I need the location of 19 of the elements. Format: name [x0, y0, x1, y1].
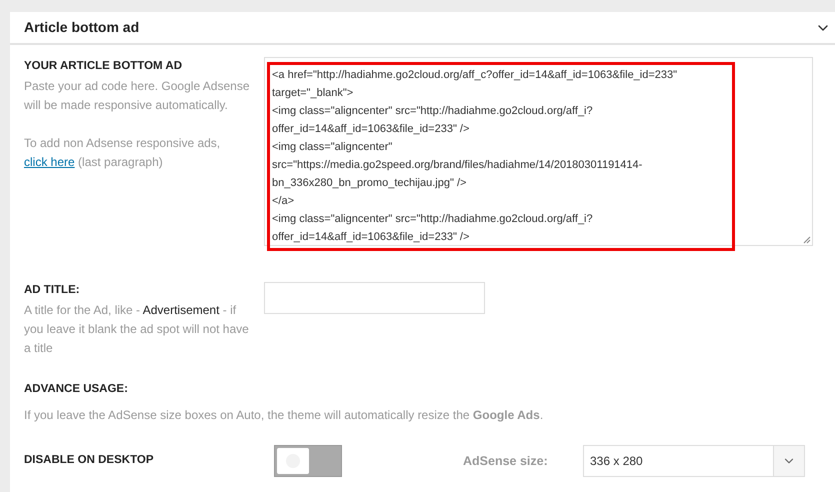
code-line: <a href="http://hadiahme.go2cloud.org/aff_c?offer_id=14&aff_id=1063&file_id=233" target="_blank">	[272, 68, 678, 101]
code-line: <img class="aligncenter" src="https://media.go2speed.org/brand/files/hadiahme/14/20180301191414-bn_336x280_bn_promo_techijau.jpg" />	[272, 140, 644, 191]
code-line: </a>	[272, 194, 296, 209]
code-line: <img class="aligncenter" src="http://hadiahme.go2cloud.org/aff_i?offer_id=14&aff_id=1063&file_id=233" />	[272, 104, 594, 137]
code-line: <img class="aligncenter" src="http://hadiahme.go2cloud.org/aff_i?offer_id=14&aff_id=1063&file_id=233" />	[272, 212, 594, 245]
field-note: To add non Adsense responsive ads, click here (last paragraph)	[24, 135, 222, 171]
field-description: A title for the Ad, like - Advertisement - if you leave it blank the ad spot will not have a title	[24, 302, 250, 357]
adsense-size-label: AdSense size:	[463, 452, 549, 470]
field-description: If you leave the AdSense size boxes on Auto, the theme will automatically resize the Google Ads.	[24, 407, 544, 424]
select-value: 336 x 280	[589, 453, 644, 470]
field-label: ADVANCE USAGE:	[24, 382, 129, 397]
panel-header[interactable]: Article bottom ad	[10, 12, 835, 45]
click-here-link[interactable]: click here	[24, 155, 75, 169]
field-label: YOUR ARTICLE BOTTOM AD	[24, 59, 184, 74]
adsense-size-select[interactable]: 336 x 280	[583, 445, 805, 477]
panel-title: Article bottom ad	[24, 18, 140, 37]
field-label: DISABLE ON DESKTOP	[24, 453, 154, 468]
field-label: AD TITLE:	[24, 283, 81, 298]
field-description: Paste your ad code here. Google Adsense will be made responsive automatically.	[24, 78, 250, 114]
